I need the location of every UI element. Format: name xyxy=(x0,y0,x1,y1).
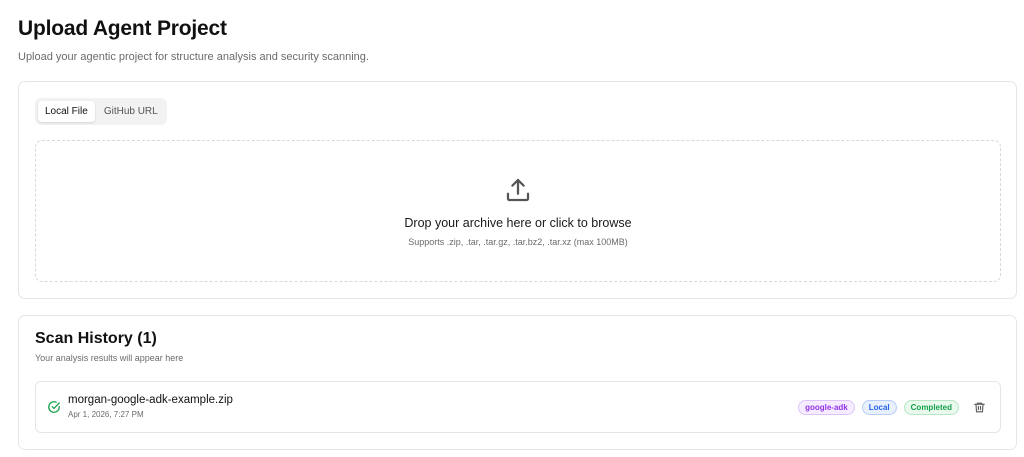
badge-group: google-adk Local Completed xyxy=(798,400,959,415)
check-circle-icon xyxy=(48,401,60,413)
scan-date: Apr 1, 2026, 7:27 PM xyxy=(68,410,144,419)
tab-github-url[interactable]: GitHub URL xyxy=(97,101,165,122)
upload-card: Local File GitHub URL Drop your archive … xyxy=(18,81,1017,299)
scan-history-subtitle: Your analysis results will appear here xyxy=(35,353,184,363)
dropzone-title: Drop your archive here or click to brows… xyxy=(404,216,632,230)
status-badge: Completed xyxy=(903,400,959,415)
page-title: Upload Agent Project xyxy=(18,17,227,40)
file-name: morgan-google-adk-example.zip xyxy=(68,394,233,406)
dropzone-hint: Supports .zip, .tar, .tar.gz, .tar.bz2, … xyxy=(408,237,628,247)
framework-badge: google-adk xyxy=(798,400,855,415)
source-tabs: Local File GitHub URL xyxy=(35,98,167,125)
scan-history-title: Scan History (1) xyxy=(35,330,157,347)
trash-icon[interactable] xyxy=(973,401,986,414)
upload-icon xyxy=(506,178,530,202)
page: Upload Agent Project Upload your agentic… xyxy=(0,0,1024,457)
scan-history-card: Scan History (1) Your analysis results w… xyxy=(18,315,1017,450)
page-subtitle: Upload your agentic project for structur… xyxy=(18,51,369,63)
file-dropzone[interactable]: Drop your archive here or click to brows… xyxy=(35,140,1001,282)
scan-history-item[interactable]: morgan-google-adk-example.zip Apr 1, 202… xyxy=(35,381,1001,433)
source-badge: Local xyxy=(861,400,897,415)
tab-local-file[interactable]: Local File xyxy=(38,101,95,122)
